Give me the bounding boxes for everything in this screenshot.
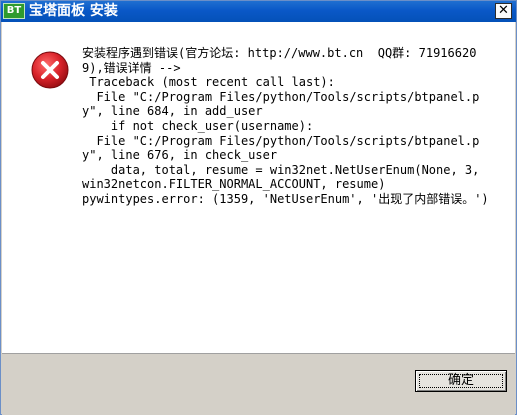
message-area: 安装程序遇到错误(官方论坛: http://www.bt.cn QQ群: 719… bbox=[2, 22, 515, 353]
dialog-window: BT 宝塔面板 安装 ✕ 安装程序遇到错误(官方论坛: http://www.b… bbox=[0, 0, 517, 415]
error-message: 安装程序遇到错误(官方论坛: http://www.bt.cn QQ群: 719… bbox=[82, 46, 489, 206]
ok-button-label: 确定 bbox=[447, 373, 474, 388]
window-title: 宝塔面板 安装 bbox=[29, 3, 118, 19]
title-bar[interactable]: BT 宝塔面板 安装 ✕ bbox=[1, 1, 516, 22]
ok-button[interactable]: 确定 bbox=[415, 370, 507, 392]
error-icon bbox=[31, 51, 69, 89]
close-icon: ✕ bbox=[498, 3, 509, 18]
bt-app-icon: BT bbox=[3, 3, 25, 19]
close-button[interactable]: ✕ bbox=[495, 3, 512, 19]
button-bar: 确定 bbox=[2, 353, 515, 415]
